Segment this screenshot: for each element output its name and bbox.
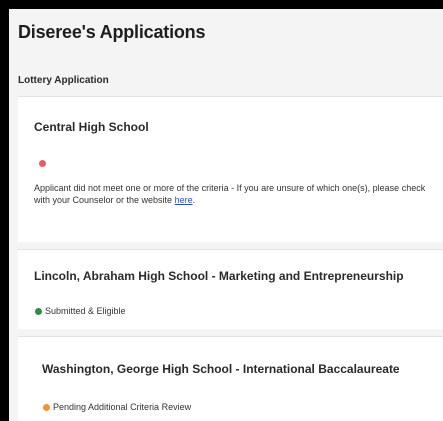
school-name: Washington, George High School - Interna… <box>42 362 400 376</box>
status-dot-green-icon <box>35 307 42 315</box>
status-text: Pending Additional Criteria Review <box>53 402 192 412</box>
status-dot-red-icon <box>39 160 46 167</box>
page-title: Diseree's Applications <box>18 22 206 42</box>
application-card: Washington, George High School - Interna… <box>18 336 443 421</box>
status-message: Applicant did not meet one or more of th… <box>34 182 434 206</box>
website-link[interactable]: here <box>175 195 193 205</box>
section-label: Lottery Application <box>18 75 109 86</box>
status-text: Submitted & Eligible <box>45 306 126 316</box>
status-row: Submitted & Eligible <box>35 306 126 316</box>
status-message-end: . <box>192 195 196 205</box>
school-name: Lincoln, Abraham High School - Marketing… <box>34 269 404 283</box>
application-card: Central High School Applicant did not me… <box>18 96 443 242</box>
status-row: Pending Additional Criteria Review <box>43 402 191 412</box>
applications-panel: Diseree's Applications Lottery Applicati… <box>9 9 443 421</box>
application-card: Lincoln, Abraham High School - Marketing… <box>18 249 443 329</box>
status-message-text: Applicant did not meet one or more of th… <box>34 183 426 205</box>
status-dot-orange-icon <box>43 403 50 411</box>
school-name: Central High School <box>34 120 149 134</box>
